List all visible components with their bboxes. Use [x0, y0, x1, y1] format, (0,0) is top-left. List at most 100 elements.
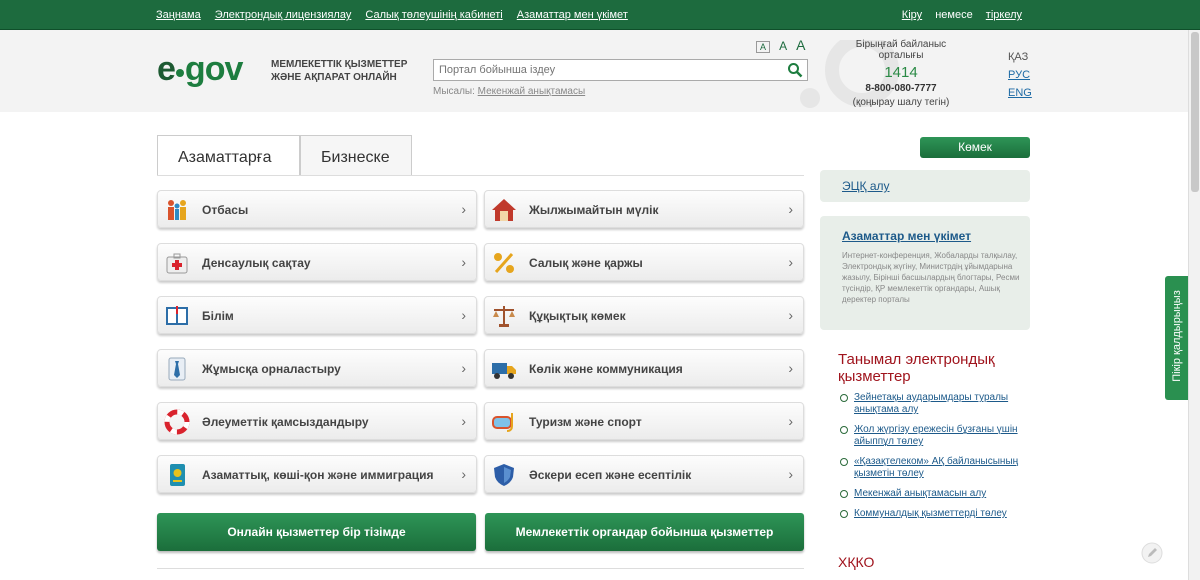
tie-icon — [168, 357, 186, 381]
chevron-right-icon: › — [788, 466, 793, 482]
login-link[interactable]: Кіру — [902, 9, 922, 21]
help-button[interactable]: Көмек — [920, 137, 1030, 158]
tab-divider — [157, 175, 804, 176]
diving-mask-icon — [492, 413, 513, 432]
chevron-right-icon: › — [788, 254, 793, 270]
call-center-phone: 8-800-080-7777 — [865, 83, 937, 94]
passport-icon — [170, 464, 185, 486]
link-legislation[interactable]: Заңнама — [156, 9, 201, 21]
scales-icon — [493, 306, 515, 327]
lifebuoy-icon — [164, 409, 190, 435]
search-icon[interactable] — [787, 62, 803, 78]
top-bar: Заңнама Электрондық лицензиялау Салық тө… — [0, 0, 1200, 30]
chevron-right-icon: › — [461, 466, 466, 482]
link-taxpayer-cabinet[interactable]: Салық төлеушінің кабинеті — [365, 9, 502, 21]
call-center-short: 1414 — [884, 64, 918, 81]
register-link[interactable]: тіркелу — [986, 9, 1022, 21]
chevron-right-icon: › — [788, 307, 793, 323]
link-citizens-government[interactable]: Азаматтар мен үкімет — [517, 9, 628, 21]
link-e-licensing[interactable]: Электрондық лицензиялау — [215, 9, 352, 21]
popular-service-item[interactable]: Коммуналдық қызметтерді төлеу — [840, 508, 1030, 520]
tab-citizens[interactable]: Азаматтарға — [157, 135, 300, 175]
category-tourism-sport[interactable]: Туризм және спорт › — [484, 402, 804, 440]
category-label: Денсаулық сақтау — [202, 256, 311, 270]
tab-business[interactable]: Бизнеске — [300, 135, 412, 175]
category-label: Білім — [202, 309, 234, 323]
content-divider — [157, 568, 804, 569]
chevron-right-icon: › — [461, 413, 466, 429]
popular-services-title: Танымал электрондық қызметтер — [838, 351, 995, 385]
top-links: Заңнама Электрондық лицензиялау Салық тө… — [156, 9, 639, 21]
popular-service-item[interactable]: «Қазақтелеком» АҚ байланысының қызметін … — [840, 456, 1030, 480]
search-example: Мысалы: Мекенжай анықтамасы — [433, 86, 586, 97]
lang-eng[interactable]: ENG — [1008, 84, 1032, 102]
category-healthcare[interactable]: Денсаулық сақтау › — [157, 243, 477, 281]
chevron-right-icon: › — [461, 201, 466, 217]
category-real-estate[interactable]: Жылжымайтын мүлік › — [484, 190, 804, 228]
online-services-list-button[interactable]: Онлайн қызметтер бір тізімде — [157, 513, 476, 551]
chevron-right-icon: › — [788, 413, 793, 429]
category-label: Отбасы — [202, 203, 249, 217]
category-education[interactable]: Білім › — [157, 296, 477, 334]
language-switcher: ҚАЗ РУС ENG — [1008, 48, 1032, 102]
popular-service-item[interactable]: Мекенжай анықтамасын алу — [840, 488, 1030, 500]
chevron-right-icon: › — [788, 201, 793, 217]
hkko-title: ХҚКО — [838, 554, 875, 570]
category-label: Жылжымайтын мүлік — [529, 203, 659, 217]
tagline: МЕМЛЕКЕТТІК ҚЫЗМЕТТЕР ЖӘНЕ АҚПАРАТ ОНЛАЙ… — [271, 59, 408, 83]
medkit-icon — [166, 253, 188, 274]
edit-icon[interactable] — [1141, 542, 1163, 564]
ecp-link[interactable]: ЭЦҚ алу — [842, 179, 890, 193]
category-employment[interactable]: Жұмысқа орналастыру › — [157, 349, 477, 387]
font-size-switcher: A A A — [756, 37, 812, 53]
category-label: Көлік және коммуникация — [529, 362, 683, 376]
truck-icon — [492, 363, 516, 379]
font-small-button[interactable]: A — [756, 41, 771, 53]
auth-links: Кіру немесе тіркелу — [892, 9, 1022, 21]
search-box — [433, 59, 808, 81]
or-text: немесе — [935, 9, 973, 21]
citizens-government-desc: Интернет-конференция, Жобаларды талқылау… — [842, 251, 1020, 304]
category-label: Құқықтық көмек — [529, 309, 626, 323]
category-label: Салық және қаржы — [529, 256, 643, 270]
chevron-right-icon: › — [461, 307, 466, 323]
chevron-right-icon: › — [461, 360, 466, 376]
scrollbar-thumb[interactable] — [1191, 32, 1199, 192]
category-label: Әскери есеп және есептілік — [529, 468, 692, 482]
category-family[interactable]: Отбасы › — [157, 190, 477, 228]
chevron-right-icon: › — [788, 360, 793, 376]
category-label: Әлеуметтік қамсыздандыру — [202, 415, 369, 429]
category-tax-finance[interactable]: Салық және қаржы › — [484, 243, 804, 281]
category-label: Жұмысқа орналастыру — [202, 362, 341, 376]
search-input[interactable] — [434, 60, 774, 80]
house-icon — [492, 199, 516, 221]
feedback-label: Пікір қалдырыңыз — [1171, 290, 1183, 382]
call-center-free: (қоңырау шалу тегін) — [852, 97, 950, 108]
popular-service-item[interactable]: Зейнетақы аударымдары туралы анықтама ал… — [840, 392, 1030, 416]
example-link[interactable]: Мекенжай анықтамасы — [478, 86, 586, 97]
lang-kaz[interactable]: ҚАЗ — [1008, 48, 1032, 66]
category-citizenship-migration[interactable]: Азаматтық, көші-қон және иммиграция › — [157, 455, 477, 493]
category-transport[interactable]: Көлік және коммуникация › — [484, 349, 804, 387]
family-icon — [168, 200, 186, 220]
font-medium-button[interactable]: A — [779, 39, 787, 53]
category-military-registration[interactable]: Әскери есеп және есептілік › — [484, 455, 804, 493]
citizens-government-link[interactable]: Азаматтар мен үкімет — [842, 229, 971, 243]
category-legal-aid[interactable]: Құқықтық көмек › — [484, 296, 804, 334]
font-large-button[interactable]: A — [796, 37, 805, 53]
category-social-security[interactable]: Әлеуметтік қамсыздандыру › — [157, 402, 477, 440]
popular-service-item[interactable]: Жол жүргізу ережесін бұзғаны үшін айыппұ… — [840, 424, 1030, 448]
scrollbar[interactable] — [1188, 30, 1200, 580]
chevron-right-icon: › — [461, 254, 466, 270]
citizens-government-box: Азаматтар мен үкімет Интернет-конференци… — [820, 216, 1030, 330]
services-by-agencies-button[interactable]: Мемлекеттік органдар бойынша қызметтер — [485, 513, 804, 551]
call-center: Бірыңғай байланыс орталығы 1414 8-800-08… — [846, 39, 956, 108]
category-label: Туризм және спорт — [529, 415, 642, 429]
call-center-title: Бірыңғай байланыс орталығы — [855, 39, 947, 61]
ecp-box: ЭЦҚ алу — [820, 170, 1030, 202]
egov-logo[interactable]: e gov — [157, 50, 243, 89]
feedback-tab[interactable]: Пікір қалдырыңыз — [1165, 276, 1188, 400]
lang-rus[interactable]: РУС — [1008, 66, 1032, 84]
shield-icon — [494, 464, 514, 486]
category-label: Азаматтық, көші-қон және иммиграция — [202, 468, 434, 482]
